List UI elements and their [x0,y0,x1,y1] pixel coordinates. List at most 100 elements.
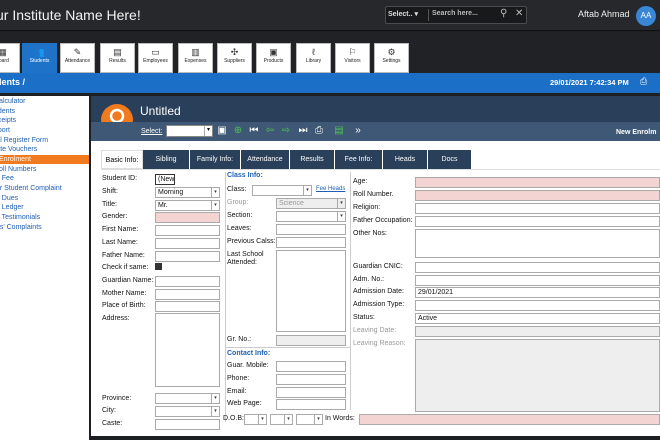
export-icon[interactable]: ▤ [333,125,345,137]
next-record-icon[interactable]: ⇨ [280,125,292,137]
module-library[interactable]: ℓ Library [296,43,331,73]
dob-month-select[interactable]: ▾ [270,414,293,425]
city-select[interactable]: ▾ [155,406,220,417]
close-icon[interactable]: ✕ [515,8,523,19]
sidebar-item-roll-numbers[interactable]: Roll Numbers [0,165,36,174]
gender-field[interactable] [155,212,220,223]
gr-no-field[interactable] [276,335,346,346]
fee-heads-link[interactable]: Fee Heads [316,186,345,192]
class-info-heading: Class Info: [227,172,263,179]
sidebar-item-receipts[interactable]: eceipts [0,116,16,125]
search-input[interactable]: Search here... [432,10,478,17]
previous-record-icon[interactable]: ⇦ [264,125,276,137]
module-toolbar: ▦board 👥Students ✎Attendance ▤Results ▭E… [0,32,660,73]
last-record-icon[interactable]: ⏭ [297,125,309,137]
caste-field[interactable] [155,419,220,430]
dob-year-select[interactable]: ▾ [296,414,323,425]
save-icon[interactable]: ▣ [216,125,228,137]
guardian-name-field[interactable] [155,276,220,287]
admission-date-field[interactable]: 29/01/2021 [415,287,660,298]
mother-name-field[interactable] [155,289,220,300]
section-select[interactable]: ▾ [276,211,346,222]
sidebar-item-generate-vouchers[interactable]: rate Vouchers [0,145,37,154]
dob-day-select[interactable]: ▾ [244,414,267,425]
divider [350,172,351,410]
guardian-cnic-field[interactable] [415,262,660,273]
expand-icon[interactable]: » [352,125,364,137]
admission-type-field[interactable] [415,300,660,311]
sidebar-item-students[interactable]: udents [0,107,15,116]
module-visitors[interactable]: ⚐ Visitors [335,43,370,73]
sidebar-item-complaints[interactable]: nts' Complaints [0,223,42,232]
address-field[interactable] [155,313,220,387]
breadcrumb[interactable]: dents / [0,77,25,87]
father-name-field[interactable] [155,251,220,262]
phone-field[interactable] [276,374,346,385]
sidebar-item-general-register[interactable]: ral Register Form [0,136,48,145]
tab-fee-info[interactable]: Fee Info: [335,150,383,169]
search-category-select[interactable]: Select.. ▾ [388,10,418,18]
print-icon[interactable]: ⎙ [313,125,325,137]
sidebar-item-register-complaint[interactable]: ter Student Complaint [0,184,62,193]
module-suppliers[interactable]: ✣ Suppliers [217,43,252,73]
sidebar-item-calculator[interactable]: Calculator [0,97,26,106]
sidebar-item-report[interactable]: eport [0,126,10,135]
leaves-field[interactable] [276,224,346,235]
web-page-field[interactable] [276,399,346,410]
group-select[interactable]: Science ▾ [276,198,346,209]
previous-class-field[interactable] [276,237,346,248]
search-icon[interactable]: ⚲ [500,8,507,19]
class-select[interactable]: ▾ [252,185,312,196]
leaving-reason-field[interactable] [415,339,660,412]
student-id-field[interactable]: (New) [155,174,175,185]
tab-basic-info[interactable]: Basic Info: [101,150,143,169]
last-school-field[interactable] [276,250,346,332]
tab-family-info[interactable]: Family Info: [190,150,241,169]
avatar[interactable]: AA [636,6,656,26]
father-occupation-field[interactable] [415,216,660,227]
record-select[interactable]: ▾ [166,125,213,137]
module-students[interactable]: 👥 Students [22,43,57,73]
shift-select[interactable]: Morning ▾ [155,187,220,198]
leaving-date-field[interactable] [415,326,660,337]
age-field[interactable] [415,177,660,188]
module-results[interactable]: ▤ Results [100,43,135,73]
status-field[interactable]: Active [415,313,660,324]
email-field[interactable] [276,387,346,398]
add-icon[interactable]: ⊕ [232,125,244,137]
user-name[interactable]: Aftab Ahmad [578,9,630,19]
same-checkbox[interactable] [155,263,162,270]
module-employees[interactable]: ▭ Employees [138,43,173,73]
guar-mobile-field[interactable] [276,361,346,372]
module-settings[interactable]: ⚙ Settings [374,43,409,73]
place-of-birth-field[interactable] [155,301,220,312]
print-icon[interactable]: ⎙ [640,76,647,87]
module-products[interactable]: ▣ Products [256,43,291,73]
tab-heads[interactable]: Heads [383,150,428,169]
adm-no-field[interactable] [415,275,660,286]
other-nos-field[interactable] [415,229,660,258]
religion-field[interactable] [415,203,660,214]
tab-results[interactable]: Results [290,150,335,169]
first-record-icon[interactable]: ⏮ [248,125,260,137]
tab-sibling[interactable]: Sibling [143,150,190,169]
province-select[interactable]: ▾ [155,393,220,404]
module-label: Visitors [344,58,361,64]
tab-attendance[interactable]: Attendance [241,150,290,169]
last-name-field[interactable] [155,238,220,249]
module-dashboard[interactable]: ▦board [0,43,20,73]
roll-number-field[interactable] [415,190,660,201]
tab-docs[interactable]: Docs [428,150,472,169]
sidebar-item-student-dues[interactable]: nt Dues [0,194,18,203]
title-select[interactable]: Mr. ▾ [155,200,220,211]
sidebar-item-student-ledger[interactable]: nt Ledger [0,203,24,212]
dob-in-words-field[interactable] [359,414,660,425]
module-expenses[interactable]: ▥ Expenses [178,43,213,73]
sidebar-item-enrolment[interactable]: Enrolment [0,155,89,164]
sidebar-item-testimonials[interactable]: nt Testimonials [0,213,40,222]
search-bar[interactable]: Select.. ▾ Search here... ⚲ ✕ [385,6,527,24]
first-name-field[interactable] [155,225,220,236]
module-attendance[interactable]: ✎ Attendance [60,43,95,73]
library-icon: ℓ [312,47,315,57]
sidebar-item-receipt-fee[interactable]: pt Fee [0,174,14,183]
